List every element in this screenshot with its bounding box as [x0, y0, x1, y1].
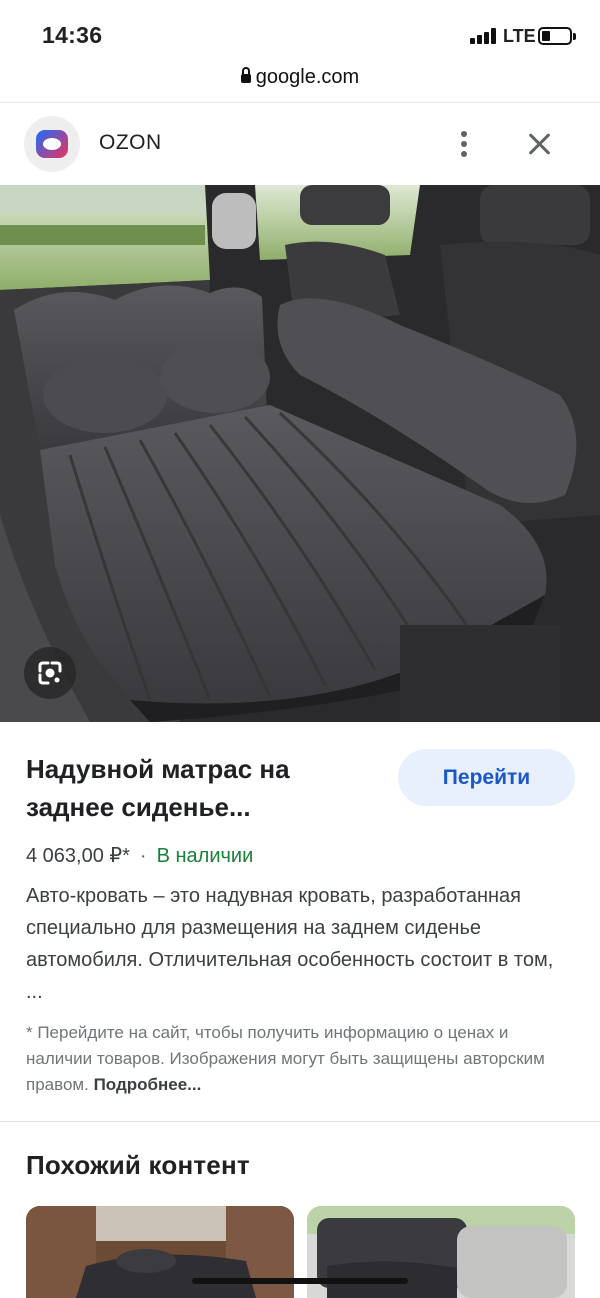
- signal-icon: [470, 28, 498, 44]
- product-title[interactable]: Надувной матрас на заднее сиденье...: [26, 750, 366, 826]
- separator: ·: [139, 845, 147, 867]
- go-button[interactable]: Перейти: [398, 749, 575, 806]
- site-header: OZON: [0, 103, 600, 185]
- product-image[interactable]: [0, 185, 600, 722]
- site-name[interactable]: OZON: [99, 131, 162, 155]
- lock-icon: [240, 67, 251, 83]
- price-row: 4 063,00 ₽* · В наличии: [26, 843, 253, 868]
- similar-photo: [307, 1206, 575, 1298]
- google-lens-icon: [38, 661, 62, 685]
- url-text: google.com: [255, 66, 360, 88]
- lens-search-button[interactable]: [24, 647, 76, 699]
- similar-thumbnail[interactable]: [26, 1206, 294, 1298]
- price: 4 063,00 ₽*: [26, 845, 130, 867]
- similar-content-title: Похожий контент: [26, 1150, 250, 1180]
- battery-icon: [538, 27, 576, 45]
- status-time: 14:36: [42, 22, 103, 48]
- home-indicator[interactable]: [192, 1278, 408, 1284]
- product-description: Авто-кровать – это надувная кровать, раз…: [26, 885, 554, 1003]
- similar-thumbnail[interactable]: [307, 1206, 575, 1298]
- mattress-photo: [0, 185, 600, 722]
- availability-status: В наличии: [156, 845, 254, 867]
- divider: [0, 1121, 600, 1122]
- disclaimer: * Перейдите на сайт, чтобы получить инфо…: [26, 1020, 574, 1098]
- more-vert-icon[interactable]: [452, 129, 476, 159]
- more-info-link[interactable]: Подробнее...: [94, 1075, 202, 1094]
- similar-photo: [26, 1206, 294, 1298]
- ozon-logo: [24, 116, 80, 172]
- url-bar[interactable]: google.com: [0, 66, 600, 102]
- status-bar: 14:36 LTE: [0, 0, 600, 70]
- close-icon[interactable]: [526, 130, 554, 158]
- network-type: LTE: [503, 26, 536, 46]
